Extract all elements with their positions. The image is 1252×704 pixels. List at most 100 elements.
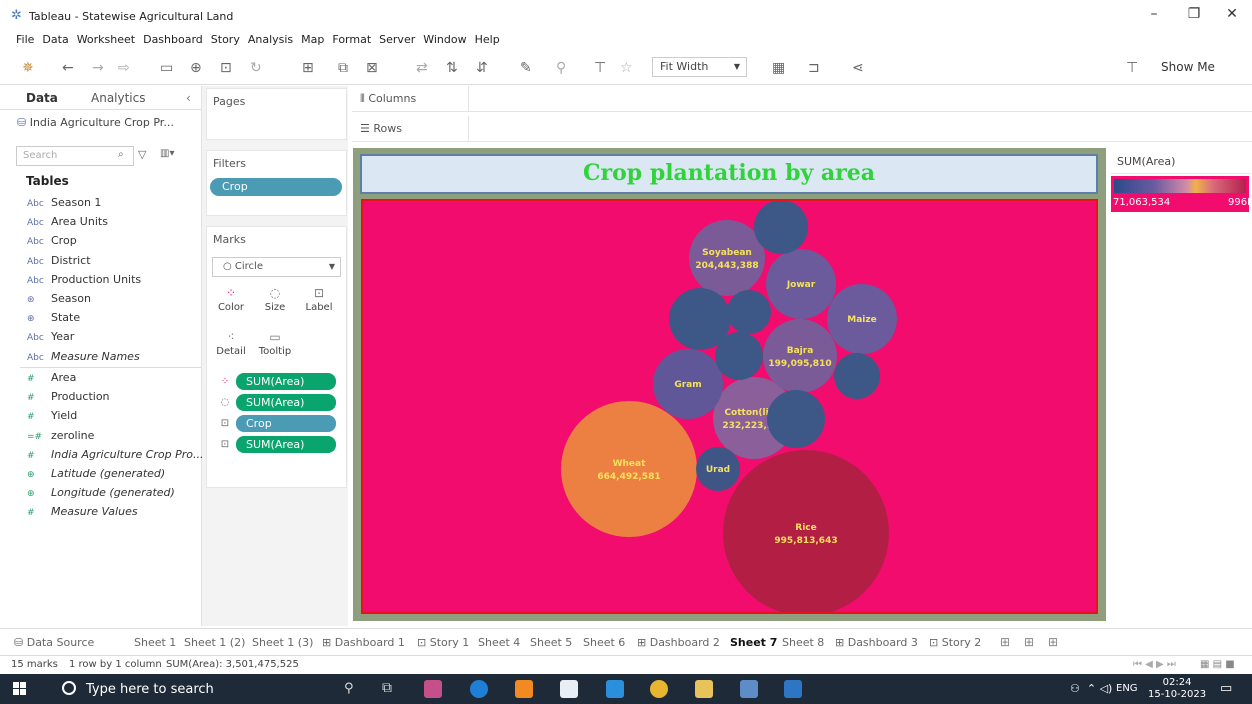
- menu-dashboard[interactable]: Dashboard: [143, 33, 203, 47]
- sheet-tab-sheet-1-2-[interactable]: Sheet 1 (2): [184, 636, 245, 649]
- field-dimension[interactable]: Abc Production Units: [27, 273, 141, 286]
- field-dimension[interactable]: Abc District: [27, 254, 91, 267]
- language-indicator[interactable]: ENG: [1116, 683, 1138, 694]
- file-explorer-icon[interactable]: [695, 680, 713, 698]
- paint-app-icon[interactable]: [424, 680, 442, 698]
- taskbar-search[interactable]: Type here to search: [62, 681, 214, 697]
- edge-icon[interactable]: [470, 680, 488, 698]
- restore-icon[interactable]: ❐: [1184, 6, 1204, 22]
- menu-worksheet[interactable]: Worksheet: [77, 33, 135, 47]
- store-icon[interactable]: [560, 680, 578, 698]
- swap-icon[interactable]: ⇄: [416, 59, 428, 77]
- tab-analytics[interactable]: Analytics: [91, 91, 146, 105]
- field-measure[interactable]: ⊕ Latitude (generated): [27, 467, 165, 480]
- new-worksheet-icon[interactable]: ⊞: [1000, 635, 1010, 649]
- field-dimension[interactable]: Abc Year: [27, 330, 74, 343]
- mark-pill-color[interactable]: SUM(Area): [236, 373, 336, 390]
- field-measure[interactable]: ⊕ Longitude (generated): [27, 486, 175, 499]
- sort-desc-icon[interactable]: ⇵: [476, 59, 488, 77]
- bubble-unlabeled[interactable]: [715, 332, 763, 380]
- sheet-navigation-icon[interactable]: ⏮ ◀ ▶ ⏭: [1133, 659, 1176, 670]
- vlc-icon[interactable]: [515, 680, 533, 698]
- new-datasource-icon[interactable]: ⊕: [190, 59, 202, 77]
- sheet-tab-sheet-5[interactable]: Sheet 5: [530, 636, 572, 649]
- clear-sheet-icon[interactable]: ⊠: [366, 59, 378, 77]
- task-view-icon[interactable]: ⧉: [382, 680, 392, 696]
- pause-icon[interactable]: ⊡: [220, 59, 232, 77]
- sheet-tab-dashboard-1[interactable]: ⊞ Dashboard 1: [322, 636, 405, 649]
- detail-button[interactable]: ⁖ Detail: [212, 328, 250, 366]
- tableau-home-icon[interactable]: ✵: [22, 59, 34, 77]
- system-tray-icons[interactable]: ⚇ ⌃ ◁): [1070, 682, 1112, 695]
- notifications-icon[interactable]: ▭: [1220, 681, 1232, 696]
- bubble-unlabeled[interactable]: [727, 290, 771, 334]
- show-me-icon[interactable]: ⊤: [1126, 59, 1138, 77]
- menu-file[interactable]: File: [16, 33, 34, 47]
- fit-dropdown[interactable]: Fit Width ▼: [652, 57, 747, 77]
- pages-card[interactable]: Pages: [206, 88, 347, 140]
- menu-story[interactable]: Story: [211, 33, 240, 47]
- bubble-unlabeled[interactable]: [754, 200, 808, 254]
- size-button[interactable]: ◌ Size: [256, 284, 294, 322]
- sort-asc-icon[interactable]: ⇅: [446, 59, 458, 77]
- sheet-tab-sheet-1[interactable]: Sheet 1: [134, 636, 176, 649]
- group-icon[interactable]: ⚲: [556, 59, 566, 77]
- windows-start-icon[interactable]: [13, 682, 27, 696]
- label-button[interactable]: ⊡ Label: [300, 284, 338, 322]
- sheet-tab-dashboard-2[interactable]: ⊞ Dashboard 2: [637, 636, 720, 649]
- field-measure[interactable]: =# zeroline: [27, 429, 94, 442]
- back-icon[interactable]: ←: [62, 59, 74, 77]
- mark-pill-label-crop[interactable]: Crop: [236, 415, 336, 432]
- mark-pill-label-area[interactable]: SUM(Area): [236, 436, 336, 453]
- show-me-button[interactable]: Show Me: [1161, 60, 1215, 74]
- columns-shelf[interactable]: ⦀ Columns: [352, 86, 1252, 112]
- collapse-icon[interactable]: ‹: [186, 91, 191, 105]
- pin-icon[interactable]: ☆: [620, 59, 633, 77]
- color-button[interactable]: ⁘ Color: [212, 284, 250, 322]
- share-icon[interactable]: ⋖: [852, 59, 864, 77]
- tab-data[interactable]: Data: [26, 91, 58, 105]
- minimize-icon[interactable]: –: [1144, 6, 1164, 22]
- highlight-icon[interactable]: ✎: [520, 59, 532, 77]
- new-dashboard-icon[interactable]: ⊞: [1024, 635, 1034, 649]
- field-measure[interactable]: # Measure Values: [27, 505, 138, 518]
- rows-shelf[interactable]: ☰ Rows: [352, 116, 1252, 142]
- sheet-tab-sheet-4[interactable]: Sheet 4: [478, 636, 520, 649]
- field-search-input[interactable]: Search: [16, 146, 134, 166]
- menu-server[interactable]: Server: [379, 33, 415, 47]
- mark-type-dropdown[interactable]: ○ Circle ▼: [212, 257, 341, 277]
- tableau-taskbar-icon[interactable]: [740, 680, 758, 698]
- menu-data[interactable]: Data: [42, 33, 68, 47]
- menu-help[interactable]: Help: [475, 33, 500, 47]
- sheet-tab-story-1[interactable]: ⊡ Story 1: [417, 636, 469, 649]
- bubble-bajra[interactable]: [763, 319, 837, 393]
- menu-format[interactable]: Format: [332, 33, 371, 47]
- duplicate-icon[interactable]: ⧉: [338, 59, 348, 77]
- sheet-tab-data-source[interactable]: ⛁ Data Source: [14, 636, 94, 649]
- field-measure[interactable]: # Production: [27, 390, 110, 403]
- sheet-tab-story-2[interactable]: ⊡ Story 2: [929, 636, 981, 649]
- field-dimension[interactable]: Abc Crop: [27, 234, 77, 247]
- sheet-tab-dashboard-3[interactable]: ⊞ Dashboard 3: [835, 636, 918, 649]
- view-options-icon[interactable]: ▥▾: [160, 148, 174, 159]
- photos-icon[interactable]: [784, 680, 802, 698]
- field-measure[interactable]: # Yield: [27, 409, 77, 422]
- field-dimension[interactable]: Abc Area Units: [27, 215, 108, 228]
- view-toggle-icon[interactable]: ▦ ▤ ■: [1200, 659, 1235, 670]
- tooltip-button[interactable]: ▭ Tooltip: [256, 328, 294, 366]
- labels-icon[interactable]: ⊤: [594, 59, 606, 77]
- field-dimension[interactable]: Abc Season 1: [27, 196, 101, 209]
- menu-analysis[interactable]: Analysis: [248, 33, 293, 47]
- microphone-icon[interactable]: ⚲: [344, 681, 354, 696]
- field-measure[interactable]: # India Agriculture Crop Pro...: [27, 448, 204, 461]
- bubble-unlabeled[interactable]: [767, 390, 825, 448]
- mark-pill-size[interactable]: SUM(Area): [236, 394, 336, 411]
- field-dimension[interactable]: ⊛ Season: [27, 292, 91, 305]
- field-dimension[interactable]: Abc Measure Names: [27, 350, 140, 363]
- field-measure[interactable]: # Area: [27, 371, 76, 384]
- refresh-icon[interactable]: ↻: [250, 59, 262, 77]
- search-icon[interactable]: ⌕: [118, 149, 124, 160]
- save-icon[interactable]: ▭: [160, 59, 173, 77]
- close-icon[interactable]: ✕: [1222, 6, 1242, 22]
- redo-icon[interactable]: ⇨: [118, 59, 130, 77]
